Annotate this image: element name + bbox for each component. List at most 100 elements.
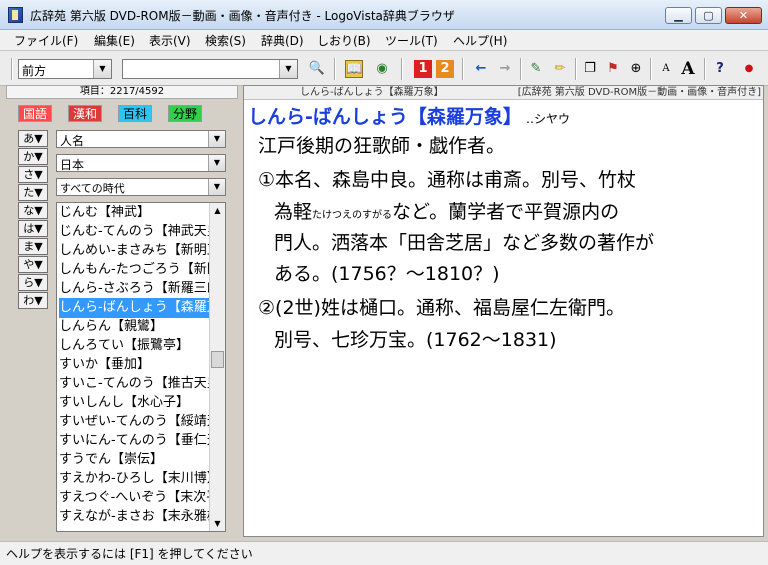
word-list[interactable]: じんむ【神武】 じんむ-てんのう【神武天皇】 しんめい-まさみち【新明正道】 し… xyxy=(56,202,226,532)
definition-line: ①本名、森島中良。通称は甫斎。別号、竹杖 xyxy=(258,169,637,191)
toolbar-separator xyxy=(462,58,464,80)
list-item[interactable]: すえつぐ-へいぞう【末次平蔵】 xyxy=(59,488,209,508)
menu-edit[interactable]: 編集(E) xyxy=(94,32,135,49)
scroll-up-icon[interactable]: ▲ xyxy=(210,203,225,218)
zoom-icon[interactable]: ⊕ xyxy=(627,60,645,78)
status-text: ヘルプを表示するには [F1] を押してください xyxy=(6,547,253,561)
cd-icon[interactable]: ◉ xyxy=(373,60,391,78)
definition-line: 別号、七珍万宝。(1762～1831) xyxy=(274,329,557,351)
list-item[interactable]: すいしんし【水心子】 xyxy=(59,393,209,413)
item-count: 項目：2217/4592 xyxy=(6,85,238,99)
kana-ma-button[interactable]: ま▼ xyxy=(18,238,48,255)
search-mode-select[interactable]: 前方 ▼ xyxy=(18,59,112,79)
scroll-thumb[interactable] xyxy=(211,351,224,368)
forward-arrow-icon[interactable]: → xyxy=(496,60,514,78)
headword-kanji: 【森羅万象】 xyxy=(407,106,522,128)
kana-a-button[interactable]: あ▼ xyxy=(18,130,48,147)
toolbar-separator xyxy=(575,58,577,80)
copy-icon[interactable]: ❐ xyxy=(581,60,599,78)
dictionary-icon[interactable]: 📖 xyxy=(345,60,363,78)
kana-ha-button[interactable]: は▼ xyxy=(18,220,48,237)
font-larger-icon[interactable]: A xyxy=(679,60,697,78)
menu-bookmark[interactable]: しおり(B) xyxy=(317,32,371,49)
list-item[interactable]: しんらん【親鸞】 xyxy=(59,317,209,337)
maximize-button[interactable]: ▢ xyxy=(695,7,722,24)
definition-text: 為軽 xyxy=(274,201,313,223)
list-item-selected[interactable]: しんら-ばんしょう【森羅万象】 xyxy=(59,298,209,318)
list-item[interactable]: すいか【垂加】 xyxy=(59,355,209,375)
list-item[interactable]: しんめい-まさみち【新明正道】 xyxy=(59,241,209,261)
list-item[interactable]: すいぜい-てんのう【綏靖天皇】 xyxy=(59,412,209,432)
kana-sa-button[interactable]: さ▼ xyxy=(18,166,48,183)
entry-header-dictionary: [広辞苑 第六版 DVD-ROM版－動画・画像・音声付き] xyxy=(517,87,761,98)
pen-icon[interactable]: ✎ xyxy=(527,60,545,78)
kana-ra-button[interactable]: ら▼ xyxy=(18,274,48,291)
era-select-value: すべての時代 xyxy=(60,182,125,195)
entry-view[interactable]: しんら-ばんしょう【森羅万象】 [広辞苑 第六版 DVD-ROM版－動画・画像・… xyxy=(243,85,764,537)
list-item[interactable]: すうでん【崇伝】 xyxy=(59,450,209,470)
definition-line: 江戸後期の狂歌師・戯作者。 xyxy=(258,135,506,157)
window-title: 広辞苑 第六版 DVD-ROM版－動画・画像・音声付き - LogoVista辞… xyxy=(30,9,455,23)
definition-line: 為軽たけつえのすがるなど。蘭学者で平賀源内の xyxy=(274,200,619,228)
search-mode-value: 前方 xyxy=(22,64,47,78)
number-two-icon[interactable]: 2 xyxy=(436,60,454,78)
chevron-down-icon[interactable]: ▼ xyxy=(279,60,297,78)
toolbar-separator xyxy=(334,58,336,80)
chevron-down-icon[interactable]: ▼ xyxy=(208,155,225,171)
word-list-scrollbar[interactable]: ▲ ▼ xyxy=(209,203,225,531)
list-item[interactable]: じんむ-てんのう【神武天皇】 xyxy=(59,222,209,242)
menu-view[interactable]: 表示(V) xyxy=(149,32,191,49)
chevron-down-icon[interactable]: ▼ xyxy=(208,131,225,147)
list-item[interactable]: しんもん-たつごろう【新門辰五郎】 xyxy=(59,260,209,280)
headword-reading: ‥シヤウ xyxy=(526,112,571,126)
search-input[interactable]: ▼ xyxy=(122,59,298,79)
tab-kokugo[interactable]: 国語 xyxy=(18,105,52,122)
kana-wa-button[interactable]: わ▼ xyxy=(18,292,48,309)
marker-icon[interactable]: ✏ xyxy=(551,60,569,78)
entry-header: しんら-ばんしょう【森羅万象】 [広辞苑 第六版 DVD-ROM版－動画・画像・… xyxy=(244,86,763,100)
region-select[interactable]: 日本 ▼ xyxy=(56,154,226,172)
tab-kanwa[interactable]: 漢和 xyxy=(68,105,102,122)
list-item[interactable]: じんむ【神武】 xyxy=(59,203,209,223)
tab-hyakka[interactable]: 百科 xyxy=(118,105,152,122)
field-select-value: 人名 xyxy=(60,134,85,148)
toolbar-grip xyxy=(11,58,13,80)
list-item[interactable]: すいこ-てんのう【推古天皇】 xyxy=(59,374,209,394)
kana-na-button[interactable]: な▼ xyxy=(18,202,48,219)
field-select[interactable]: 人名 ▼ xyxy=(56,130,226,148)
minimize-button[interactable]: ▁ xyxy=(665,7,692,24)
list-item[interactable]: しんろてい【振鷺亭】 xyxy=(59,336,209,356)
menu-file[interactable]: ファイル(F) xyxy=(14,32,78,49)
app-icon[interactable] xyxy=(8,7,23,23)
scroll-down-icon[interactable]: ▼ xyxy=(210,516,225,531)
binoculars-icon[interactable]: 🔍 xyxy=(308,60,326,78)
headword: しんら-ばんしょう【森羅万象】 xyxy=(248,102,522,129)
toolbar: 前方 ▼ ▼ 🔍 📖 ◉ 1 2 ← → ✎ ✏ ❐ ⚑ ⊕ A A ? ● xyxy=(0,51,768,86)
kana-ka-button[interactable]: か▼ xyxy=(18,148,48,165)
flag-icon[interactable]: ⚑ xyxy=(604,60,622,78)
definition-line: ②(2世)姓は樋口。通称、福島屋仁左衛門。 xyxy=(258,297,625,319)
kana-ya-button[interactable]: や▼ xyxy=(18,256,48,273)
number-one-icon[interactable]: 1 xyxy=(414,60,432,78)
menu-search[interactable]: 検索(S) xyxy=(205,32,246,49)
menu-dictionary[interactable]: 辞典(D) xyxy=(261,32,304,49)
list-item[interactable]: すえかわ-ひろし【末川博】 xyxy=(59,469,209,489)
definition-line: ある。(1756？～1810？) xyxy=(274,263,500,285)
status-bar: ヘルプを表示するには [F1] を押してください xyxy=(0,541,768,565)
back-arrow-icon[interactable]: ← xyxy=(472,60,490,78)
close-button[interactable]: ✕ xyxy=(725,7,762,24)
kana-ta-button[interactable]: た▼ xyxy=(18,184,48,201)
list-item[interactable]: すえなが-まさお【末永雅雄】 xyxy=(59,507,209,527)
toolbar-separator xyxy=(704,58,706,80)
list-item[interactable]: すいにん-てんのう【垂仁天皇】 xyxy=(59,431,209,451)
list-item[interactable]: しんら-さぶろう【新羅三郎】 xyxy=(59,279,209,299)
font-smaller-icon[interactable]: A xyxy=(657,60,675,78)
chevron-down-icon[interactable]: ▼ xyxy=(208,179,225,195)
record-icon[interactable]: ● xyxy=(740,60,758,78)
chevron-down-icon[interactable]: ▼ xyxy=(93,60,111,78)
era-select[interactable]: すべての時代 ▼ xyxy=(56,178,226,196)
help-icon[interactable]: ? xyxy=(711,60,729,78)
tab-bunya[interactable]: 分野 xyxy=(168,105,202,122)
menu-tools[interactable]: ツール(T) xyxy=(385,32,438,49)
menu-help[interactable]: ヘルプ(H) xyxy=(453,32,507,49)
